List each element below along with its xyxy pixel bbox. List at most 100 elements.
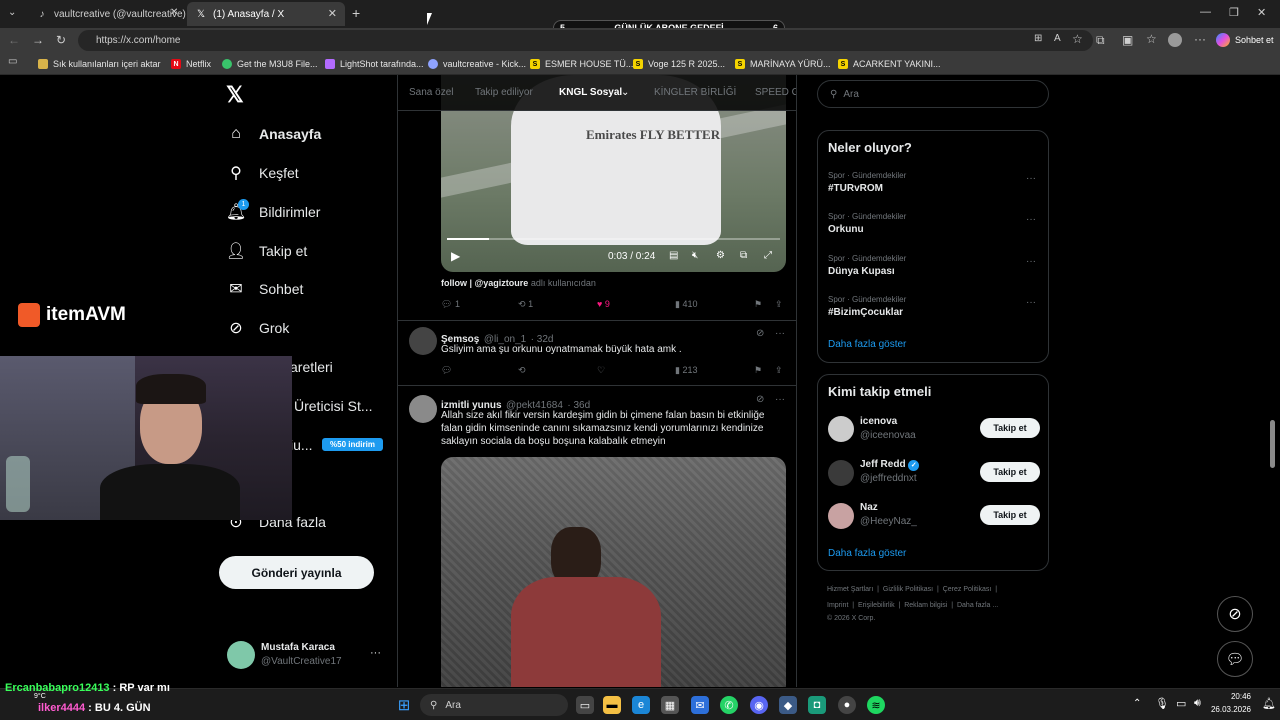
- forward-icon[interactable]: →: [32, 33, 44, 47]
- volume-icon[interactable]: 🔊︎: [1194, 697, 1201, 710]
- extension-icon[interactable]: ⧉: [1096, 33, 1105, 48]
- grok-icon[interactable]: ⊘: [756, 394, 764, 405]
- tab-actions-chevron-icon[interactable]: ⌄: [8, 7, 16, 18]
- caption-prefix[interactable]: follow | @yagiztoure: [441, 278, 528, 288]
- read-aloud-icon[interactable]: A: [1054, 33, 1061, 44]
- account-switcher[interactable]: Mustafa Karaca @VaultCreative17 ···: [219, 638, 394, 674]
- bookmark-icon[interactable]: ⚑: [754, 299, 762, 310]
- more-menu-icon[interactable]: ···: [1194, 32, 1206, 46]
- discord-icon[interactable]: ◉: [750, 696, 768, 714]
- nav-creator-studio[interactable]: Üreticisi St...: [294, 394, 373, 418]
- avatar[interactable]: [409, 395, 437, 423]
- tab-tiktok[interactable]: ♪ vaultcreative (@vaultcreative) | Ti: [28, 2, 187, 26]
- views-button[interactable]: ▮ 213: [675, 365, 698, 376]
- obs-icon[interactable]: ●: [838, 696, 856, 714]
- tab-following[interactable]: Takip ediliyor: [475, 87, 533, 98]
- search-input[interactable]: ⚲ Ara: [817, 80, 1049, 108]
- footer-link[interactable]: Imprint: [827, 602, 848, 609]
- more-dots-icon[interactable]: ···: [775, 394, 785, 405]
- follow-button[interactable]: Takip et: [980, 505, 1040, 525]
- footer-link[interactable]: Çerez Politikası: [943, 586, 992, 593]
- bookmark-lightshot[interactable]: LightShot tarafında...: [325, 57, 424, 71]
- footer-link[interactable]: Reklam bilgisi: [904, 602, 947, 609]
- repost-button[interactable]: ⟲ 1: [518, 299, 533, 310]
- profile-avatar-icon[interactable]: [1168, 33, 1182, 47]
- more-dots-icon[interactable]: ···: [370, 647, 381, 659]
- edge-browser-icon[interactable]: e: [632, 696, 650, 714]
- split-screen-icon[interactable]: ▣: [1122, 33, 1133, 47]
- chevron-down-icon[interactable]: ⌄: [621, 87, 629, 98]
- store-icon[interactable]: ▦: [661, 696, 679, 714]
- share-icon[interactable]: ⇪: [775, 365, 783, 376]
- tab-for-you[interactable]: Sana özel: [409, 87, 453, 98]
- tab-kingler-birligi[interactable]: KİNGLER BİRLİĞİ: [654, 87, 736, 98]
- more-dots-icon[interactable]: ···: [1026, 214, 1036, 225]
- reply-icon[interactable]: 💬︎: [441, 365, 452, 376]
- favorite-star-icon[interactable]: ☆: [1072, 32, 1083, 46]
- post-button[interactable]: Gönderi yayınla: [219, 556, 374, 589]
- sidebar-toggle-icon[interactable]: ▭: [8, 56, 17, 67]
- bookmark-icon[interactable]: ⚑: [754, 365, 762, 376]
- mute-icon[interactable]: 🔇︎: [692, 250, 698, 261]
- tab-speed[interactable]: SPEED G: [755, 87, 796, 98]
- new-tab-icon[interactable]: +: [352, 5, 360, 21]
- footer-link[interactable]: Erişilebilirlik: [858, 602, 895, 609]
- taskbar-search[interactable]: ⚲ Ara: [420, 694, 568, 716]
- more-dots-icon[interactable]: ···: [1026, 297, 1036, 308]
- avatar[interactable]: [828, 503, 854, 529]
- bookmark-import[interactable]: Sık kullanılanları içeri aktar: [38, 57, 161, 71]
- spotify-icon[interactable]: ≋: [867, 696, 885, 714]
- more-dots-icon[interactable]: ···: [775, 328, 785, 339]
- copilot-chat-button[interactable]: Sohbet et: [1216, 32, 1274, 48]
- bookmark-acarkent[interactable]: S ACARKENT YAKINI...: [838, 57, 941, 71]
- picture-in-picture-icon[interactable]: ⧉: [740, 250, 747, 261]
- share-icon[interactable]: ⇪: [775, 299, 783, 310]
- like-button[interactable]: ♥ 9: [597, 299, 610, 309]
- file-explorer-icon[interactable]: ▬: [603, 696, 621, 714]
- reply-button[interactable]: 💬︎ 1: [441, 299, 460, 310]
- refresh-icon[interactable]: ↻: [56, 33, 66, 47]
- network-icon[interactable]: ▭: [1176, 697, 1186, 710]
- captions-icon[interactable]: ▤: [669, 250, 678, 261]
- close-window-icon[interactable]: ✕: [1257, 6, 1266, 19]
- play-icon[interactable]: ▶: [451, 249, 460, 263]
- microphone-icon[interactable]: 🎙︎: [1155, 697, 1169, 710]
- views-button[interactable]: ▮ 410: [675, 299, 698, 310]
- video-progress-track[interactable]: [447, 238, 780, 240]
- page-scrollbar-thumb[interactable]: [1270, 420, 1275, 468]
- url-bar[interactable]: https://x.com/home: [78, 30, 1093, 51]
- show-more-link[interactable]: Daha fazla göster: [828, 339, 906, 350]
- footer-link[interactable]: Gizlilik Politikası: [883, 586, 933, 593]
- post-video[interactable]: [441, 457, 786, 687]
- more-dots-icon[interactable]: ···: [1026, 173, 1036, 184]
- clock-date[interactable]: 26.03.2026: [1206, 705, 1251, 714]
- heart-icon[interactable]: ♡: [597, 365, 605, 376]
- weather-temp[interactable]: 9°C: [34, 693, 46, 700]
- close-tab-icon[interactable]: ✕: [328, 7, 337, 20]
- follow-button[interactable]: Takip et: [980, 462, 1040, 482]
- avatar[interactable]: [409, 327, 437, 355]
- back-icon[interactable]: ←: [8, 33, 20, 47]
- tab-x-home[interactable]: 𝕏 (1) Anasayfa / X ✕: [187, 2, 345, 26]
- chevron-up-icon[interactable]: ⌃: [1133, 698, 1141, 709]
- notification-bell-icon[interactable]: 🔔︎: [1262, 697, 1276, 710]
- favorites-icon[interactable]: ☆: [1146, 32, 1157, 46]
- app-icon[interactable]: ◆: [779, 696, 797, 714]
- footer-link[interactable]: Daha fazla ...: [957, 602, 998, 609]
- bookmark-marina[interactable]: S MARİNAYA YÜRÜ...: [735, 57, 831, 71]
- avatar[interactable]: [828, 416, 854, 442]
- repost-icon[interactable]: ⟲: [518, 365, 526, 376]
- bookmark-esmer[interactable]: S ESMER HOUSE TÜ...: [530, 57, 633, 71]
- bookmark-netflix[interactable]: N Netflix: [171, 57, 211, 71]
- nav-notifications[interactable]: 🔔︎ 1 Bildirimler: [226, 199, 320, 224]
- show-more-link[interactable]: Daha fazla göster: [828, 548, 906, 559]
- whatsapp-icon[interactable]: ✆: [720, 696, 738, 714]
- task-view-icon[interactable]: ▭: [576, 696, 594, 714]
- windows-start-icon[interactable]: ⊞: [395, 696, 413, 714]
- nav-premium[interactable]: iu...: [290, 433, 313, 457]
- nav-follow[interactable]: 👤︎ Takip et: [226, 239, 307, 263]
- bookmark-m3u8[interactable]: Get the M3U8 File...: [222, 57, 318, 71]
- more-dots-icon[interactable]: ···: [1026, 256, 1036, 267]
- close-tab-icon[interactable]: ✕: [170, 7, 178, 18]
- follow-button[interactable]: Takip et: [980, 418, 1040, 438]
